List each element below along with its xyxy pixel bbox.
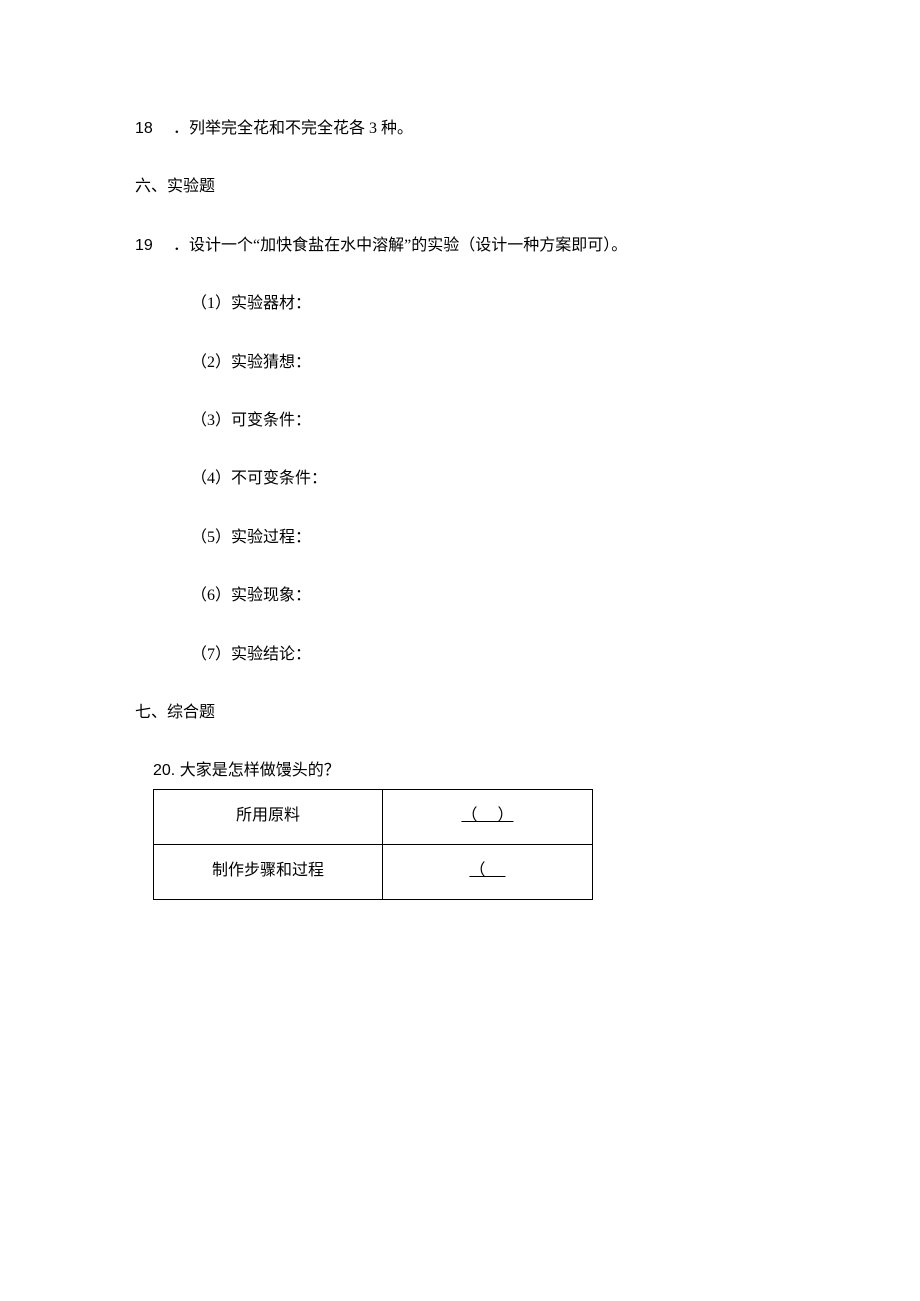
q19-item-5: （5）实验过程：: [191, 527, 785, 549]
q19-item-1: （1）实验器材：: [191, 293, 785, 315]
table-row: 所用原料 （ ）: [154, 789, 593, 844]
question-20: 20. 大家是怎样做馒头的？: [153, 760, 785, 782]
question-sep: ．: [169, 237, 189, 254]
section-7-heading: 七、综合题: [135, 702, 785, 724]
table-cell-label: 制作步骤和过程: [154, 844, 383, 899]
q19-item-6: （6）实验现象：: [191, 585, 785, 607]
q19-item-7: （7）实验结论：: [191, 644, 785, 666]
table-row: 制作步骤和过程 （: [154, 844, 593, 899]
question-text: 设计一个“加快食盐在水中溶解”的实验（设计一种方案即可）。: [189, 237, 627, 254]
question-text: 大家是怎样做馒头的？: [180, 762, 340, 779]
table-cell-blank: （: [382, 844, 592, 899]
question-number: 18: [135, 118, 169, 140]
question-number: 19: [135, 235, 169, 257]
question-sep: ．: [169, 120, 189, 137]
question-text: 列举完全花和不完全花各 3 种。: [189, 120, 413, 137]
blank-text: （ ）: [461, 807, 513, 824]
q20-table: 所用原料 （ ） 制作步骤和过程 （: [153, 789, 593, 900]
blank-text: （: [469, 862, 505, 879]
q19-item-4: （4）不可变条件：: [191, 468, 785, 490]
q19-item-2: （2）实验猜想：: [191, 352, 785, 374]
document-page: 18 ．列举完全花和不完全花各 3 种。 六、实验题 19 ．设计一个“加快食盐…: [0, 0, 920, 1301]
table-cell-label: 所用原料: [154, 789, 383, 844]
question-number: 20.: [153, 762, 180, 779]
q19-item-3: （3）可变条件：: [191, 410, 785, 432]
question-19: 19 ．设计一个“加快食盐在水中溶解”的实验（设计一种方案即可）。: [135, 235, 785, 257]
section-6-heading: 六、实验题: [135, 176, 785, 198]
question-18: 18 ．列举完全花和不完全花各 3 种。: [135, 118, 785, 140]
table-cell-blank: （ ）: [382, 789, 592, 844]
